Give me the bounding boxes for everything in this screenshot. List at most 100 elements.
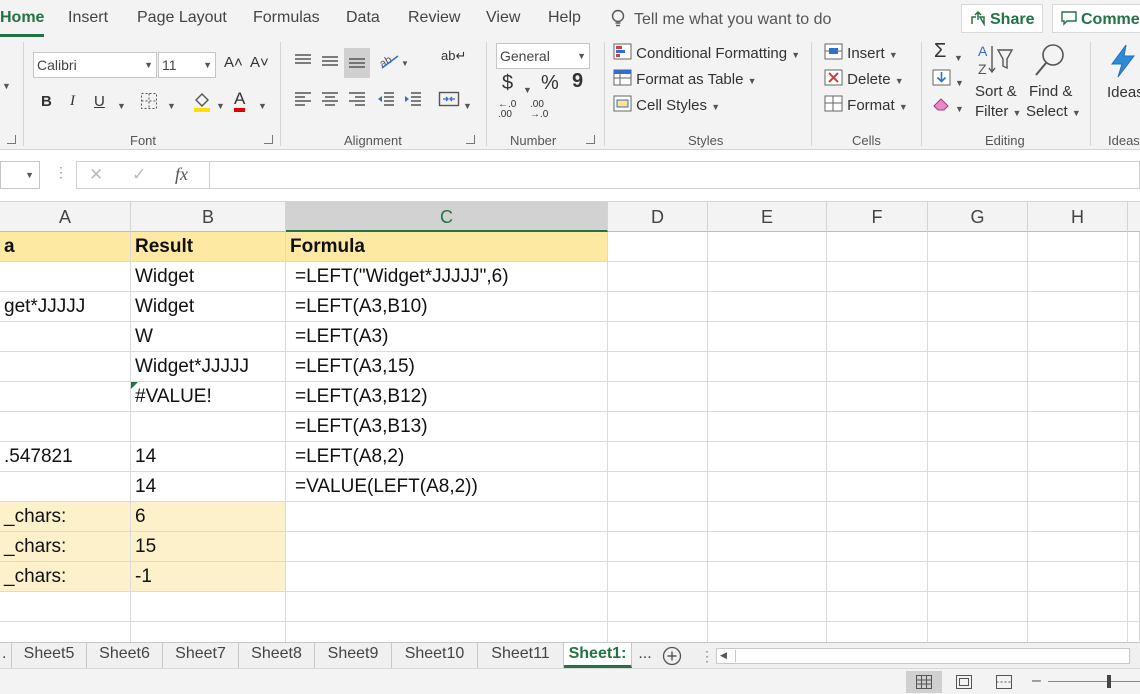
cell-g[interactable] <box>928 382 1028 412</box>
format-as-table-button[interactable]: Format as Table ▼ <box>613 69 757 88</box>
cell-g[interactable] <box>928 322 1028 352</box>
cell-e[interactable] <box>708 232 827 262</box>
cell-h[interactable] <box>1028 622 1128 642</box>
cell-h[interactable] <box>1028 442 1128 472</box>
cell-b[interactable]: W <box>131 322 286 352</box>
comma-style-button[interactable]: 9 <box>572 70 583 93</box>
currency-button[interactable]: $ <box>502 72 513 95</box>
merge-dropdown[interactable]: ▼ <box>463 96 472 113</box>
tell-me-search[interactable]: Tell me what you want to do <box>610 9 831 29</box>
cell-f[interactable] <box>827 262 928 292</box>
clear-button[interactable] <box>932 95 951 116</box>
cell-h[interactable] <box>1028 502 1128 532</box>
conditional-formatting-button[interactable]: Conditional Formatting ▼ <box>613 43 800 62</box>
scroll-left-icon[interactable]: ◀ <box>720 650 727 661</box>
cell-i[interactable] <box>1128 622 1140 642</box>
tab-review[interactable]: Review <box>408 9 460 27</box>
cell-d[interactable] <box>608 532 708 562</box>
wrap-text-button[interactable]: ab↵ <box>441 49 466 62</box>
cell-h[interactable] <box>1028 322 1128 352</box>
cell-d[interactable] <box>608 262 708 292</box>
cell-i[interactable] <box>1128 532 1140 562</box>
cell-a[interactable] <box>0 262 131 292</box>
cell-c[interactable]: Formula <box>286 232 608 262</box>
cell-g[interactable] <box>928 472 1028 502</box>
format-cells-button[interactable]: Format ▼ <box>824 95 908 114</box>
cell-a[interactable] <box>0 322 131 352</box>
cell-c[interactable]: =LEFT(A3) <box>286 322 608 352</box>
column-header-h[interactable]: H <box>1028 202 1128 232</box>
cell-h[interactable] <box>1028 232 1128 262</box>
cell-f[interactable] <box>827 622 928 642</box>
fill-button[interactable] <box>932 69 951 90</box>
cell-i[interactable] <box>1128 472 1140 502</box>
column-header-f[interactable]: F <box>827 202 928 232</box>
italic-button[interactable]: I <box>70 93 75 110</box>
merge-center-button[interactable] <box>438 90 460 112</box>
cell-d[interactable] <box>608 352 708 382</box>
increase-font-size-button[interactable]: A˄ <box>224 54 243 71</box>
cell-c[interactable] <box>286 532 608 562</box>
cell-c[interactable]: =LEFT(A3,B12) <box>286 382 608 412</box>
page-break-view-button[interactable] <box>986 671 1022 693</box>
cell-g[interactable] <box>928 592 1028 622</box>
error-indicator-icon[interactable] <box>131 382 138 389</box>
cell-c[interactable]: =LEFT(A3,B13) <box>286 412 608 442</box>
bold-button[interactable]: B <box>41 93 52 110</box>
sheet-tabs-more[interactable]: ... <box>632 643 658 668</box>
cell-e[interactable] <box>708 502 827 532</box>
cell-d[interactable] <box>608 322 708 352</box>
cell-h[interactable] <box>1028 472 1128 502</box>
cell-f[interactable] <box>827 532 928 562</box>
cell-g[interactable] <box>928 262 1028 292</box>
cell-c[interactable] <box>286 502 608 532</box>
worksheet-grid[interactable]: A B C D E F G H a Result Formula Widget =LEF… <box>0 202 1140 642</box>
cell-f[interactable] <box>827 502 928 532</box>
cell-i[interactable] <box>1128 412 1140 442</box>
alignment-dialog-launcher[interactable] <box>466 135 475 144</box>
share-button[interactable]: Share <box>961 4 1043 33</box>
cell-f[interactable] <box>827 442 928 472</box>
horizontal-scrollbar[interactable]: ◀ <box>716 648 1130 664</box>
cell-i[interactable] <box>1128 502 1140 532</box>
sheet-tab-sheet10[interactable]: Sheet10 <box>392 643 478 668</box>
cell-d[interactable] <box>608 622 708 642</box>
cell-i[interactable] <box>1128 232 1140 262</box>
underline-button[interactable]: U <box>94 93 105 110</box>
cell-g[interactable] <box>928 412 1028 442</box>
cell-a[interactable]: _chars: <box>0 562 131 592</box>
increase-indent-button[interactable] <box>403 90 423 112</box>
cell-h[interactable] <box>1028 292 1128 322</box>
align-left-button[interactable] <box>293 90 313 112</box>
increase-decimal-button[interactable]: ←.0 .00 <box>498 100 522 120</box>
insert-function-button[interactable]: fx <box>175 164 188 185</box>
cell-f[interactable] <box>827 472 928 502</box>
cell-b[interactable] <box>131 412 286 442</box>
fill-dropdown[interactable]: ▼ <box>955 73 964 90</box>
page-layout-view-button[interactable] <box>946 671 982 693</box>
cell-h[interactable] <box>1028 412 1128 442</box>
column-header-a[interactable]: A <box>0 202 131 232</box>
orientation-button[interactable]: ab ▼ <box>378 50 409 74</box>
align-right-button[interactable] <box>347 90 367 112</box>
cell-d[interactable] <box>608 592 708 622</box>
tab-help[interactable]: Help <box>548 9 581 27</box>
cell-b[interactable]: 15 <box>131 532 286 562</box>
fill-color-button[interactable] <box>192 90 212 116</box>
clipboard-dialog-launcher[interactable] <box>7 135 16 144</box>
cell-a[interactable] <box>0 352 131 382</box>
cell-i[interactable] <box>1128 382 1140 412</box>
cell-d[interactable] <box>608 292 708 322</box>
cancel-entry-button[interactable]: ✕ <box>89 165 103 185</box>
cell-e[interactable] <box>708 532 827 562</box>
cell-b[interactable]: Widget <box>131 292 286 322</box>
cell-e[interactable] <box>708 472 827 502</box>
cell-b[interactable]: -1 <box>131 562 286 592</box>
cell-d[interactable] <box>608 472 708 502</box>
fill-color-dropdown[interactable]: ▼ <box>216 96 225 113</box>
sheet-tab-sheet5[interactable]: Sheet5 <box>12 643 87 668</box>
column-header-b[interactable]: B <box>131 202 286 232</box>
cell-e[interactable] <box>708 322 827 352</box>
cell-d[interactable] <box>608 562 708 592</box>
ideas-button[interactable] <box>1108 44 1138 82</box>
